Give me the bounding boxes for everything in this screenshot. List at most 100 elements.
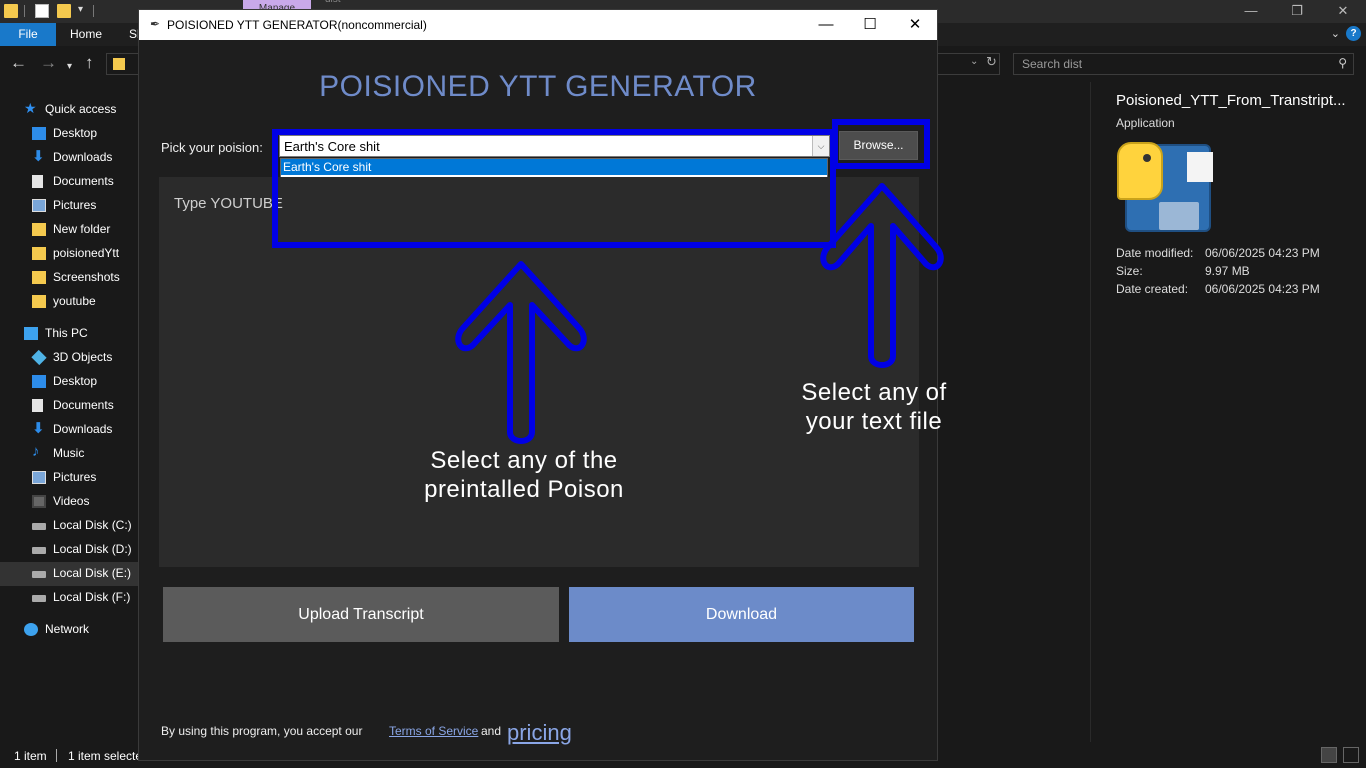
sidebar-item-label: poisionedYtt: [53, 246, 120, 260]
sidebar-item-label: Pictures: [53, 470, 97, 484]
dropdown-annotation: Select any of the preintalled Poison: [410, 446, 638, 504]
sidebar-item[interactable]: Local Disk (C:): [0, 514, 138, 538]
date-created-label: Date created:: [1116, 282, 1189, 296]
sidebar-item[interactable]: Local Disk (D:): [0, 538, 138, 562]
browse-note-line1: Select any of: [801, 379, 947, 406]
pick-poison-label: Pick your poision:: [161, 140, 263, 155]
properties-icon[interactable]: [35, 4, 49, 18]
maximize-icon[interactable]: ☐: [847, 10, 893, 40]
browse-annotation: Select any of your text file: [794, 378, 954, 436]
sidebar-item[interactable]: Documents: [0, 394, 138, 418]
explorer-close-icon[interactable]: ✕: [1320, 0, 1366, 23]
sidebar-item[interactable]: Pictures: [0, 194, 138, 218]
home-tab[interactable]: Home: [70, 23, 102, 46]
sidebar-item-label: Local Disk (C:): [53, 518, 132, 532]
search-icon[interactable]: ⚲: [1338, 56, 1347, 70]
sidebar-item[interactable]: Desktop: [0, 370, 138, 394]
search-input[interactable]: Search dist ⚲: [1013, 53, 1354, 75]
quick-access-star-icon: ★: [24, 100, 37, 116]
sidebar-item[interactable]: Documents: [0, 170, 138, 194]
sidebar-item[interactable]: Desktop: [0, 122, 138, 146]
forward-icon[interactable]: →: [40, 54, 57, 72]
browse-highlight-box: [832, 119, 930, 169]
recent-locations-icon[interactable]: ▾: [67, 58, 72, 76]
help-icon[interactable]: ?: [1346, 26, 1361, 41]
customize-toolbar-icon[interactable]: ▾: [78, 4, 83, 15]
folder-icon: [32, 247, 46, 260]
network-icon: [24, 623, 38, 636]
sidebar-item[interactable]: Network: [0, 618, 138, 642]
navigation-pane: ★ Quick access Desktop ⬇ Downloads Documents P…: [0, 95, 138, 655]
details-view-icon[interactable]: [1321, 747, 1337, 763]
input-placeholder: Type YOUTUBE: [174, 195, 283, 212]
folder-icon[interactable]: [4, 4, 18, 18]
close-icon[interactable]: ✕: [892, 10, 938, 40]
new-folder-icon[interactable]: [57, 4, 71, 18]
sidebar-item-label: youtube: [53, 294, 96, 308]
desktop-icon: [32, 375, 46, 388]
search-placeholder: Search dist: [1022, 57, 1083, 71]
documents-icon: [32, 175, 43, 188]
sidebar-item[interactable]: This PC: [0, 322, 138, 346]
drive-icon: [32, 547, 46, 554]
sidebar-item[interactable]: Local Disk (E:): [0, 562, 138, 586]
sidebar-item[interactable]: Videos: [0, 490, 138, 514]
sidebar-item-label: Videos: [53, 494, 90, 508]
up-icon[interactable]: ↑: [85, 54, 94, 72]
3d-objects-icon: [31, 349, 47, 366]
dropdown-note-line1: Select any of the: [430, 447, 618, 474]
terms-of-service-link[interactable]: Terms of Service: [389, 724, 478, 738]
pictures-icon: [32, 471, 46, 484]
sidebar-item[interactable]: 3D Objects: [0, 346, 138, 370]
expand-ribbon-icon[interactable]: ⌄: [1331, 27, 1340, 40]
refresh-icon[interactable]: ↻: [986, 54, 997, 70]
item-count: 1 item: [14, 749, 47, 763]
sidebar-item[interactable]: Pictures: [0, 466, 138, 490]
download-button[interactable]: Download: [569, 587, 914, 642]
sidebar-item[interactable]: poisionedYtt: [0, 242, 138, 266]
date-modified-label: Date modified:: [1116, 246, 1194, 260]
explorer-restore-icon[interactable]: ❐: [1274, 0, 1320, 23]
sidebar-item[interactable]: Screenshots: [0, 266, 138, 290]
drive-icon: [32, 595, 46, 602]
large-icons-view-icon[interactable]: [1343, 747, 1359, 763]
documents-icon: [32, 399, 43, 412]
sidebar-item[interactable]: ★ Quick access: [0, 98, 138, 122]
pricing-link[interactable]: pricing: [507, 720, 572, 746]
selection-count: 1 item selecte: [68, 749, 143, 763]
minimize-icon[interactable]: —: [803, 10, 849, 40]
sidebar-item[interactable]: youtube: [0, 290, 138, 314]
sidebar-item-label: Desktop: [53, 126, 98, 140]
sidebar-item[interactable]: Local Disk (F:): [0, 586, 138, 610]
sidebar-item-label: New folder: [53, 222, 111, 236]
date-created-value: 06/06/2025 04:23 PM: [1205, 282, 1320, 296]
folder-icon: [113, 58, 125, 70]
date-modified-value: 06/06/2025 04:23 PM: [1205, 246, 1320, 260]
size-label: Size:: [1116, 264, 1143, 278]
address-history-icon[interactable]: ⌄: [970, 56, 978, 67]
explorer-minimize-icon[interactable]: —: [1228, 0, 1274, 23]
sidebar-item-label: Screenshots: [53, 270, 120, 284]
sidebar-item-label: Downloads: [53, 422, 113, 436]
sidebar-item[interactable]: New folder: [0, 218, 138, 242]
sidebar-item[interactable]: ⬇ Downloads: [0, 418, 138, 442]
folder-icon: [32, 223, 46, 236]
app-titlebar: ✒ POISIONED YTT GENERATOR(noncommercial)…: [139, 10, 937, 40]
status-divider: [56, 749, 57, 762]
back-icon[interactable]: ←: [10, 54, 27, 72]
sidebar-item-label: Downloads: [53, 150, 113, 164]
toolbar-divider: [24, 5, 25, 17]
sidebar-item-label: Local Disk (F:): [53, 590, 131, 604]
file-tab[interactable]: File: [0, 23, 56, 46]
sidebar-item[interactable]: ⬇ Downloads: [0, 146, 138, 170]
this-pc-icon: [24, 327, 38, 340]
app-window-title: POISIONED YTT GENERATOR(noncommercial): [167, 18, 427, 32]
drive-icon: [32, 571, 46, 578]
dropdown-note-line2: preintalled Poison: [424, 476, 624, 503]
sidebar-item[interactable]: ♪ Music: [0, 442, 138, 466]
drive-c-icon: [32, 523, 46, 530]
app-heading: POISIONED YTT GENERATOR: [319, 70, 757, 103]
upload-transcript-button[interactable]: Upload Transcript: [163, 587, 559, 642]
explorer-window-title: dist: [325, 0, 341, 5]
folder-icon: [32, 271, 46, 284]
